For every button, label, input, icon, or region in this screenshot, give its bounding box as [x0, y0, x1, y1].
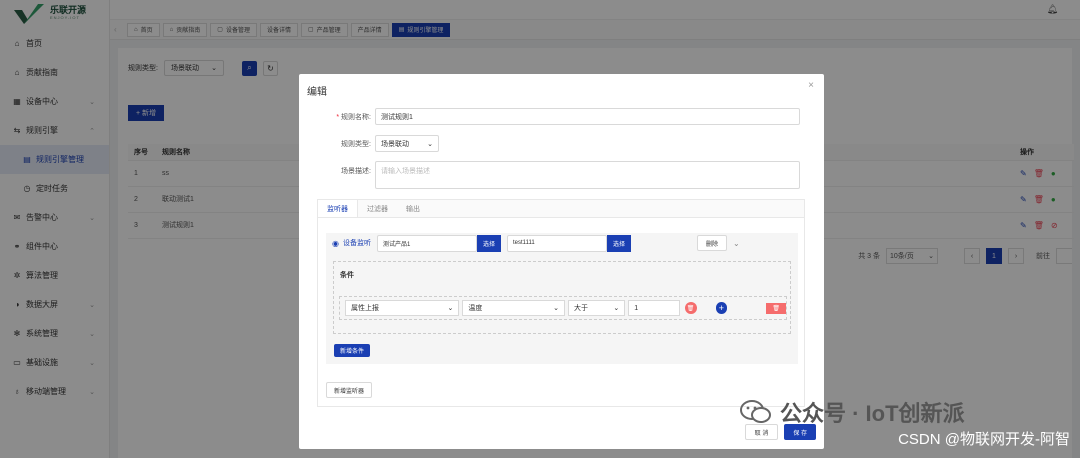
rule-name-input[interactable]: 测试规则1 [375, 108, 800, 125]
add-condition-icon[interactable]: + [715, 302, 728, 314]
delete-group-icon[interactable]: 🗑︎ [766, 302, 786, 314]
watermark-sub: CSDN @物联网开发-阿智 [898, 431, 1070, 448]
radio-icon[interactable]: ◉ [332, 239, 339, 248]
watermark-main: 公众号 · IoT创新派 [740, 396, 965, 428]
condition-title: 条件 [340, 272, 354, 279]
dialog-rule-type-select[interactable]: 场景联动 ⌄ [375, 135, 439, 152]
tab-filter[interactable]: 过滤器 [358, 200, 397, 217]
select-product-button[interactable]: 选择 [476, 234, 501, 252]
tab-listener[interactable]: 监听器 [318, 200, 358, 217]
chevron-down-icon: ⌄ [427, 140, 433, 148]
chevron-down-icon[interactable]: ⌄ [733, 239, 740, 248]
condition-row: 属性上报 ⌄ 温度 ⌄ 大于 ⌄ 1 🗑︎ + 🗑︎ [339, 296, 787, 320]
close-icon[interactable]: × [808, 80, 814, 91]
listener-body: ◉ 设备监听 测试产品1 选择 test1111 选择 删除 ⌄ 条件 属性上报… [326, 233, 798, 364]
condition-value-input[interactable]: 1 [628, 300, 680, 316]
tab-output[interactable]: 输出 [397, 200, 429, 217]
condition-operator-select[interactable]: 大于 ⌄ [568, 300, 626, 316]
scene-desc-row: 场景描述: 请输入场景描述 [299, 161, 824, 189]
listener-row: ◉ 设备监听 测试产品1 选择 test1111 选择 删除 ⌄ [326, 233, 798, 253]
add-listener-button[interactable]: 新增监听器 [326, 382, 373, 398]
rule-type-label: 规则类型: [341, 140, 371, 148]
panel-tabs: 监听器 过滤器 输出 [318, 200, 804, 218]
wechat-icon [740, 400, 771, 423]
delete-listener-button[interactable]: 删除 [697, 235, 728, 251]
condition-property-select[interactable]: 温度 ⌄ [462, 300, 565, 316]
select-device-button[interactable]: 选择 [607, 234, 632, 252]
listener-type-label: 设备监听 [342, 240, 371, 247]
dialog-title: 编辑 [307, 87, 327, 98]
scene-desc-label: 场景描述: [341, 168, 371, 175]
config-panel: 监听器 过滤器 输出 ◉ 设备监听 测试产品1 选择 test1111 选择 删… [317, 199, 805, 407]
delete-condition-icon[interactable]: 🗑︎ [684, 302, 697, 314]
edit-dialog: 编辑 × * 规则名称: 测试规则1 规则类型: 场景联动 ⌄ 场景描述: 请输入… [299, 74, 824, 449]
device-input[interactable]: test1111 [507, 234, 607, 252]
rule-type-row: 规则类型: 场景联动 ⌄ [299, 135, 824, 152]
chevron-down-icon: ⌄ [613, 305, 620, 312]
rule-name-label: 规则名称: [341, 113, 371, 121]
condition-type-select[interactable]: 属性上报 ⌄ [345, 300, 460, 316]
add-condition-button[interactable]: 新增条件 [334, 344, 371, 357]
scene-desc-textarea[interactable]: 请输入场景描述 [375, 161, 800, 189]
chevron-down-icon: ⌄ [553, 305, 559, 312]
rule-name-row: * 规则名称: 测试规则1 [299, 108, 824, 125]
chevron-down-icon: ⌄ [447, 305, 454, 312]
product-input[interactable]: 测试产品1 [376, 234, 477, 252]
condition-box: 条件 属性上报 ⌄ 温度 ⌄ 大于 ⌄ 1 🗑︎ + 🗑︎ [333, 261, 791, 334]
